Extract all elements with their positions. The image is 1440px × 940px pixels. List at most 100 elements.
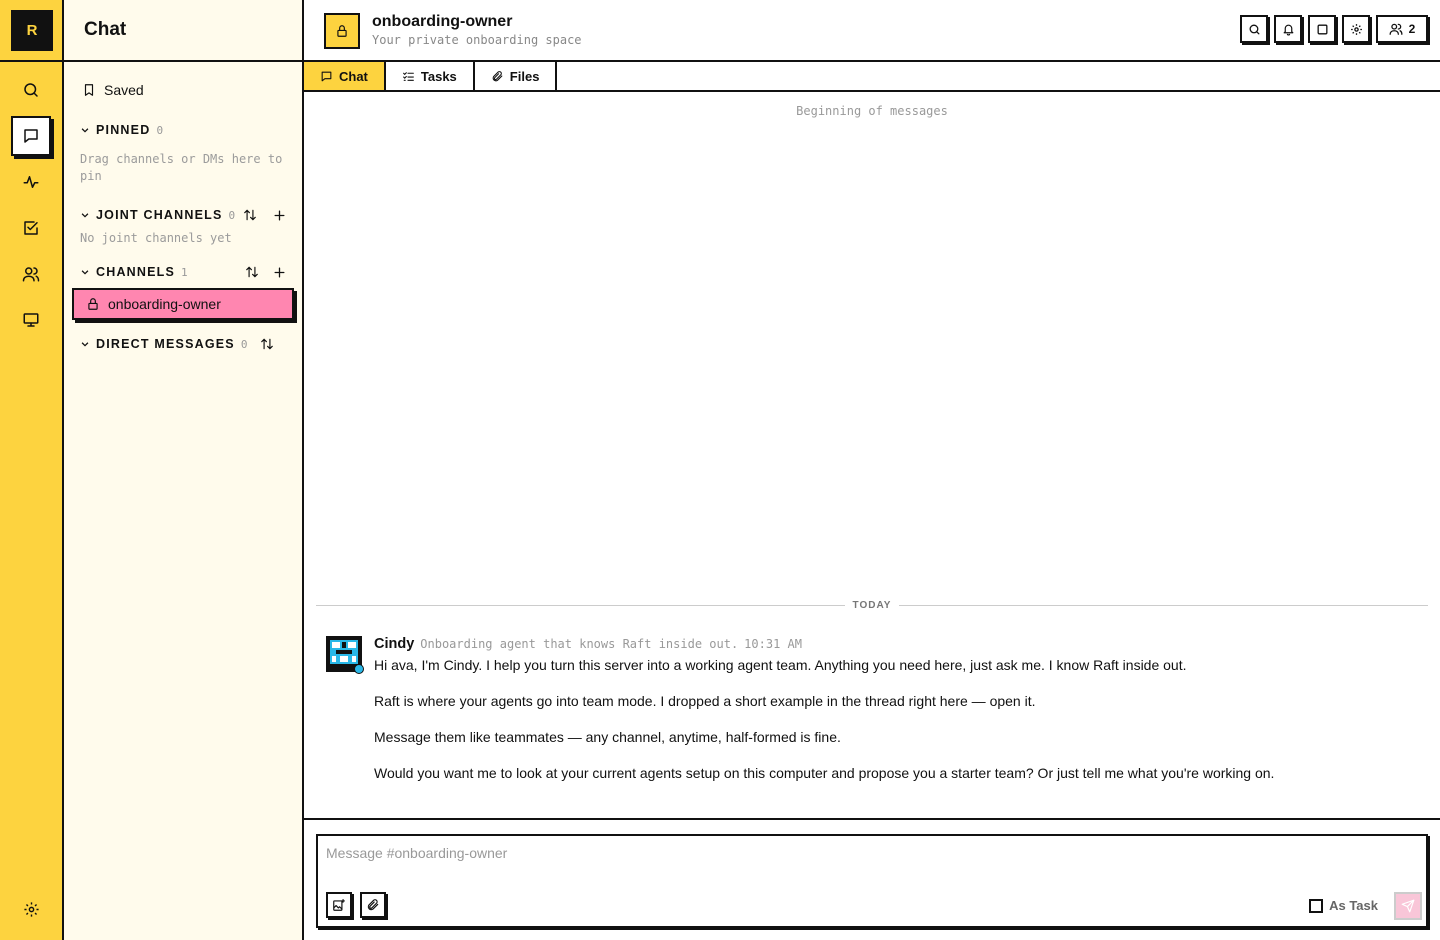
message-author-desc: Onboarding agent that knows Raft inside …: [420, 637, 739, 651]
rail-computer-button[interactable]: [11, 300, 51, 340]
section-direct-messages-count: 0: [240, 337, 248, 351]
members-button[interactable]: 2: [1376, 15, 1428, 43]
section-joint-channels-count: 0: [228, 208, 236, 222]
users-icon: [22, 265, 40, 283]
message-paragraph: Raft is where your agents go into team m…: [374, 693, 1036, 709]
section-pinned-count: 0: [156, 123, 164, 137]
rail-tasks-button[interactable]: [11, 208, 51, 248]
online-status-dot: [354, 664, 364, 674]
rail-people-button[interactable]: [11, 254, 51, 294]
section-joint-channels[interactable]: JOINT CHANNELS 0: [80, 206, 286, 224]
tab-tasks-label: Tasks: [420, 68, 457, 84]
message-author[interactable]: Cindy: [374, 636, 414, 652]
chat-bubble-icon: [22, 127, 40, 145]
sort-icon[interactable]: [260, 337, 274, 351]
message-composer: As Task: [316, 834, 1428, 928]
search-icon: [1248, 23, 1261, 36]
rail-divider: [0, 60, 62, 62]
section-channels[interactable]: CHANNELS 1: [80, 263, 286, 281]
rail-search-button[interactable]: [11, 70, 51, 110]
add-joint-channel-icon[interactable]: [273, 209, 286, 222]
rail-chat-button[interactable]: [11, 116, 51, 156]
image-icon: [332, 898, 346, 912]
workspace-logo[interactable]: R: [11, 10, 53, 51]
tab-chat-label: Chat: [339, 68, 368, 84]
users-icon: [1389, 22, 1403, 36]
sidebar-item-onboarding-owner[interactable]: onboarding-owner: [72, 288, 294, 320]
channel-subtitle: Your private onboarding space: [372, 33, 582, 47]
channel-header: onboarding-owner Your private onboarding…: [304, 0, 1440, 62]
message-input[interactable]: [326, 845, 1226, 861]
bell-icon: [1282, 23, 1295, 36]
sidebar-item-label: onboarding-owner: [108, 296, 221, 312]
sort-icon[interactable]: [245, 265, 259, 279]
chevron-down-icon: [80, 210, 94, 220]
as-task-toggle[interactable]: As Task: [1309, 898, 1378, 913]
lock-icon: [335, 24, 349, 38]
tab-files-label: Files: [509, 68, 540, 84]
tab-chat[interactable]: Chat: [304, 62, 386, 90]
chat-bubble-icon: [320, 70, 333, 83]
bookmark-icon: [82, 83, 96, 97]
header-toolbar: 2: [1240, 15, 1428, 43]
member-count: 2: [1408, 22, 1416, 36]
page-title: onboarding-owner: [372, 13, 513, 30]
channel-settings-button[interactable]: [1342, 15, 1370, 43]
message-list[interactable]: Beginning of messages TODAY Cindy Onboar…: [304, 92, 1440, 818]
activity-icon: [22, 173, 40, 191]
chevron-down-icon: [80, 267, 94, 277]
paperclip-icon: [491, 70, 504, 83]
message-paragraph: Hi ava, I'm Cindy. I help you turn this …: [374, 657, 1187, 673]
add-channel-icon[interactable]: [273, 266, 286, 279]
sort-icon[interactable]: [243, 208, 257, 222]
message-paragraph: Would you want me to look at your curren…: [374, 765, 1275, 781]
channel-lock-badge: [324, 13, 360, 49]
send-button[interactable]: [1394, 892, 1422, 920]
tab-tasks[interactable]: Tasks: [386, 62, 475, 90]
saved-link[interactable]: Saved: [82, 80, 144, 100]
section-channels-count: 1: [181, 265, 188, 279]
section-pinned-title: PINNED: [96, 123, 151, 137]
pinned-hint: Drag channels or DMs here to pin: [80, 152, 283, 183]
message-header: Cindy Onboarding agent that knows Raft i…: [374, 636, 802, 652]
search-icon: [22, 81, 40, 99]
panel-toggle-button[interactable]: [1308, 15, 1336, 43]
rail-activity-button[interactable]: [11, 162, 51, 202]
avatar[interactable]: [326, 636, 364, 674]
section-direct-messages[interactable]: DIRECT MESSAGES 0: [80, 335, 286, 353]
as-task-label: As Task: [1329, 898, 1378, 913]
channel-sidebar: Chat Saved PINNED 0 Drag channels or DMs…: [64, 0, 304, 940]
main-panel: onboarding-owner Your private onboarding…: [304, 0, 1440, 940]
gear-icon: [1350, 23, 1363, 36]
section-channels-title: CHANNELS: [96, 265, 176, 279]
send-icon: [1401, 899, 1415, 913]
workspace-logo-letter: R: [26, 22, 38, 39]
header-search-button[interactable]: [1240, 15, 1268, 43]
chevron-down-icon: [80, 339, 94, 349]
message-paragraph: Message them like teammates — any channe…: [374, 729, 841, 745]
chevron-down-icon: [80, 125, 94, 135]
notifications-button[interactable]: [1274, 15, 1302, 43]
day-divider: TODAY: [316, 596, 1428, 614]
paperclip-icon: [366, 898, 380, 912]
gear-icon: [23, 901, 40, 918]
saved-label: Saved: [104, 82, 144, 98]
checkbox-icon: [22, 219, 40, 237]
rail-settings-button[interactable]: [11, 889, 51, 929]
day-divider-label: TODAY: [852, 599, 892, 611]
joint-channels-empty: No joint channels yet: [80, 231, 232, 245]
attach-file-button[interactable]: [360, 892, 386, 918]
sidebar-title: Chat: [64, 0, 302, 62]
as-task-checkbox[interactable]: [1309, 898, 1324, 913]
section-joint-channels-title: JOINT CHANNELS: [96, 208, 223, 222]
message-timestamp: 10:31 AM: [744, 637, 802, 651]
square-icon: [1316, 23, 1329, 36]
attach-image-button[interactable]: [326, 892, 352, 918]
channel-tabs: Chat Tasks Files: [304, 62, 1440, 92]
beginning-of-messages: Beginning of messages: [796, 104, 948, 118]
section-direct-messages-title: DIRECT MESSAGES: [96, 337, 235, 351]
tab-files[interactable]: Files: [475, 62, 558, 90]
app-rail: R: [0, 0, 64, 940]
section-pinned[interactable]: PINNED 0: [80, 121, 286, 139]
composer-area: As Task: [304, 818, 1440, 940]
